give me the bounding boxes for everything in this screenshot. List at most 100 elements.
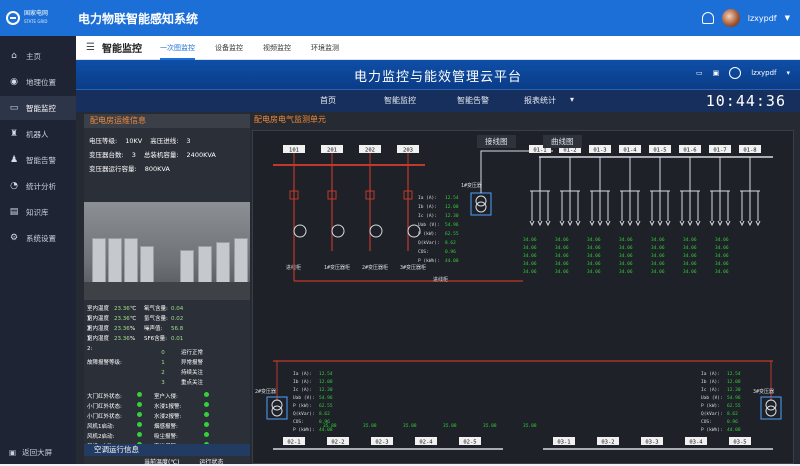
sidebar-item-location[interactable]: ◉ 地理位置: [0, 70, 76, 94]
lv-bay-01-2-label: 01-2: [563, 148, 576, 154]
meter-value: 8.62: [445, 240, 456, 246]
tab-environment[interactable]: 环境监测: [311, 36, 339, 60]
room-camera-image[interactable]: [84, 202, 250, 300]
tab-primary-diagram[interactable]: 一次图监控: [160, 36, 195, 60]
sidebar-item-robot[interactable]: ♜ 机器人: [0, 122, 76, 146]
ct-symbol: [293, 224, 307, 238]
nav-smart-alarm[interactable]: 智能告警: [457, 95, 489, 106]
ac-col-temp: 当前温度(℃): [144, 459, 180, 466]
meter-value: 12.30: [445, 213, 459, 219]
sidebar-item-monitor[interactable]: ▭ 智能监控: [0, 96, 76, 120]
meter-value: 12.30: [727, 387, 741, 393]
door-status-row: 风机2启动: 吸尘报警:: [84, 432, 250, 442]
display-icon[interactable]: ▭: [696, 69, 703, 77]
incoming-label: 进线柜: [433, 276, 448, 283]
hv-bay-203-label: 203: [403, 148, 413, 154]
platform-nav: 首页 智能监控 智能告警 报表统计 ▾ 10:44:36: [76, 90, 800, 112]
transformer-2-label: 2#变压器: [255, 388, 276, 395]
meter-label: Ib (A):: [701, 379, 720, 385]
feeder-value: 34.06: [555, 237, 569, 243]
map-pin-icon: ◉: [10, 77, 18, 87]
tab-curve[interactable]: 曲线图: [543, 135, 582, 148]
sidebar-item-alarm[interactable]: ♟ 智能告警: [0, 148, 76, 172]
chevron-down-icon[interactable]: ▼: [785, 14, 790, 22]
lv-bay-02-3-label: 02-3: [375, 440, 388, 446]
feeder-value: 34.06: [715, 245, 729, 251]
status-dot: [204, 412, 209, 417]
sidebar-item-settings[interactable]: ⚙ 系统设置: [0, 226, 76, 250]
hv-label: 高压进线:: [150, 137, 179, 145]
monitor-icon: ▭: [9, 103, 19, 113]
meter-label: Ib (A):: [418, 204, 437, 210]
book-icon: ▤: [9, 207, 19, 217]
lv-bay-02-1-label: 02-1: [287, 440, 300, 446]
sidebar-item-knowledge[interactable]: ▤ 知识库: [0, 200, 76, 224]
feeder-value: 34.06: [523, 269, 537, 275]
feeder-value: 34.06: [555, 269, 569, 275]
chevron-down-icon[interactable]: ▾: [786, 69, 790, 77]
platform-user[interactable]: lzxypdf: [751, 69, 776, 77]
sidebar-item-label: 知识库: [26, 207, 49, 217]
transformer-1-label: 1#变压器: [461, 182, 482, 189]
hv-bay-label: 1#变压器柜: [324, 264, 350, 271]
sensor-row: 室内湿度1: 23.36% 噪声值: 56.8: [87, 326, 184, 342]
meter-value: 0.96: [445, 249, 456, 255]
tab-video-monitor[interactable]: 视频监控: [263, 36, 291, 60]
lv-bay-01-3-label: 01-3: [593, 148, 606, 154]
bell-icon[interactable]: [701, 12, 714, 24]
state-grid-logo[interactable]: 国家电网 STATE GRID: [0, 0, 74, 36]
sidebar-item-home[interactable]: ⌂ 主页: [0, 44, 76, 68]
back-to-bigscreen-button[interactable]: ▣ 返回大屏: [9, 447, 52, 458]
home-icon: ⌂: [11, 51, 17, 61]
back-label: 返回大屏: [22, 448, 53, 457]
sidebar-item-label: 系统设置: [26, 233, 56, 243]
chevron-down-icon[interactable]: ▾: [570, 95, 574, 104]
feeder-value: 34.06: [619, 261, 633, 267]
feeder-value: 34.06: [619, 245, 633, 251]
meter-value: 54.96: [319, 395, 333, 401]
meter-value: 62.55: [445, 231, 459, 237]
sidebar-item-label: 机器人: [26, 129, 49, 139]
feeder-value: 34.06: [523, 253, 537, 259]
sidebar-item-stats[interactable]: ◔ 统计分析: [0, 174, 76, 198]
sensor-row: 室内温度2: 23.36 ℃ 氢气含量: 0.02: [87, 316, 184, 332]
username[interactable]: lzxypdf: [748, 14, 777, 23]
logo-subtext: STATE GRID: [24, 19, 48, 24]
nav-smart-monitor[interactable]: 智能监控: [384, 95, 416, 106]
meter-label: Q(kVar):: [701, 411, 723, 417]
tab-wiring[interactable]: 接线图: [477, 135, 516, 148]
nav-reports[interactable]: 报表统计: [524, 95, 556, 106]
feeder-value: 34.06: [587, 237, 601, 243]
door-status-row: 大门红外状态: 室户入侵:: [84, 392, 250, 402]
meter-value: 12.54: [727, 371, 741, 377]
meter-value: 0.96: [727, 419, 738, 425]
feeder-value: 34.06: [555, 253, 569, 259]
menu-icon[interactable]: ☰: [86, 42, 98, 53]
tab-device-monitor[interactable]: 设备监控: [215, 36, 243, 60]
lv-bay-02-5-label: 02-5: [463, 440, 476, 446]
sidebar: ⌂ 主页 ◉ 地理位置 ▭ 智能监控 ♜ 机器人 ♟ 智能告警 ◔ 统计分析 ▤ 知识库 ⚙ 系…: [0, 36, 76, 464]
feeder-value: 34.06: [619, 253, 633, 259]
run-label: 变压器运行容量:: [89, 165, 137, 173]
feeder-value: 34.06: [715, 269, 729, 275]
ac-panel-title: 空调运行信息: [84, 444, 250, 456]
feeder-value: 35.88: [523, 423, 537, 429]
nav-home[interactable]: 首页: [320, 95, 336, 106]
lv-bay-03-4-label: 03-4: [689, 440, 703, 446]
avatar[interactable]: [721, 9, 740, 27]
feeder-value: 34.06: [523, 245, 537, 251]
lv-bay-02-4-label: 02-4: [419, 440, 433, 446]
feeder-value: 34.06: [523, 261, 537, 267]
lv-bay-01-1-label: 01-1: [533, 148, 546, 154]
hv-bay-label: 3#变压器柜: [400, 264, 426, 271]
device-icon[interactable]: ▣: [713, 69, 720, 77]
sidebar-item-label: 统计分析: [26, 181, 56, 191]
robot-icon: ♜: [9, 129, 19, 139]
meter-value: 54.96: [445, 222, 459, 228]
user-icon[interactable]: [729, 67, 742, 79]
cap-value: 2400KVA: [186, 151, 216, 159]
hv-bay-201-label: 201: [327, 148, 337, 154]
feeder-value: 34.06: [619, 237, 633, 243]
alarm-level-row: 2 持续关注: [161, 370, 204, 376]
feeder-value: 34.06: [555, 261, 569, 267]
